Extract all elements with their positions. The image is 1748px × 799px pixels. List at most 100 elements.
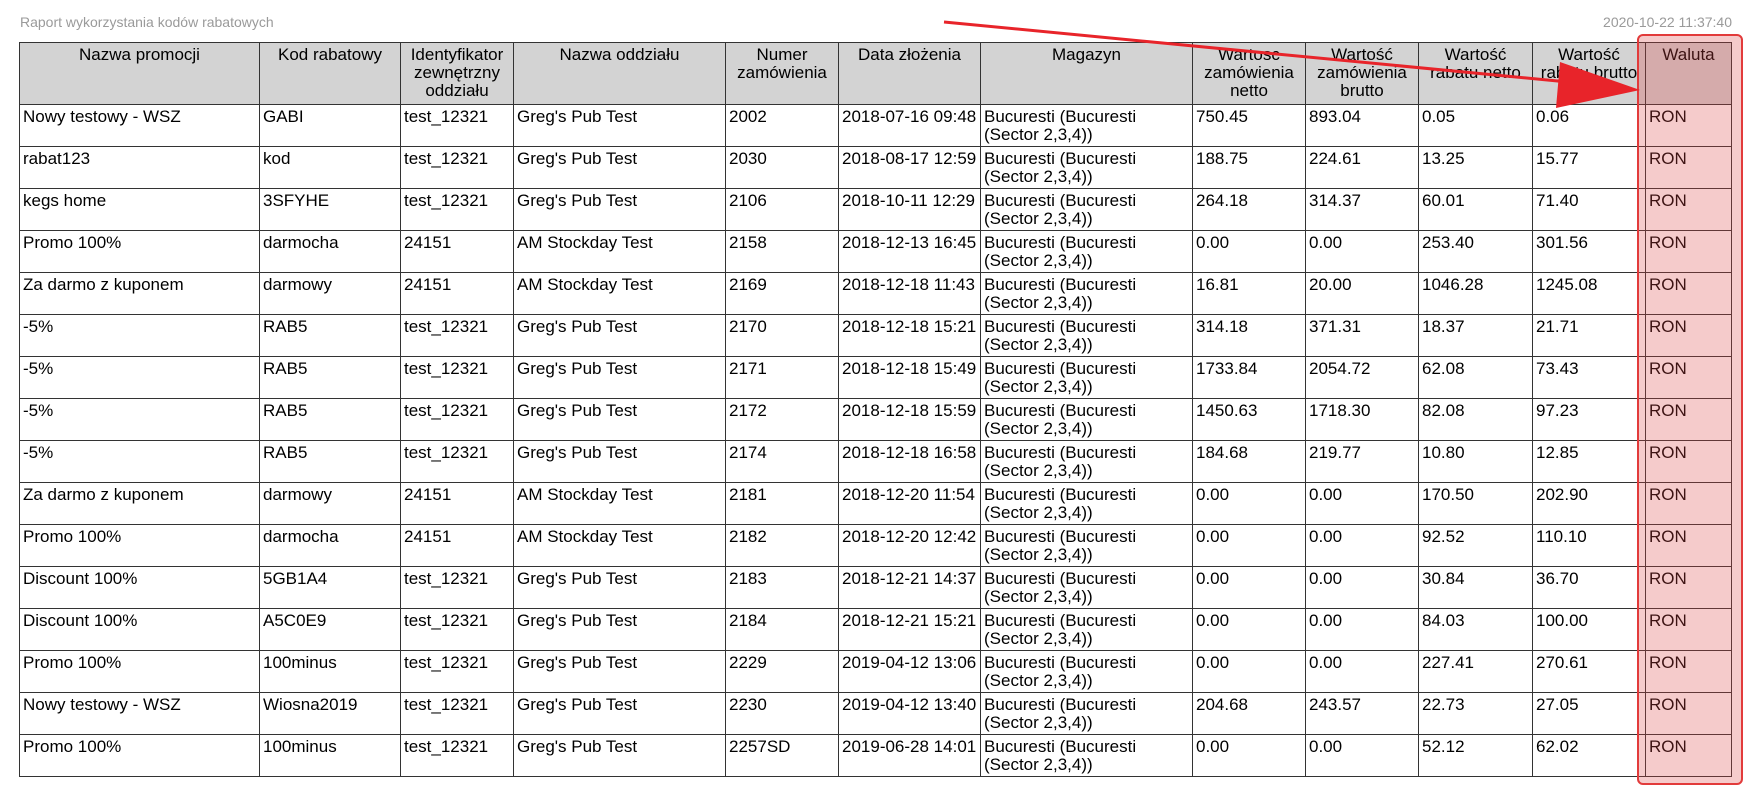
cell-nazwa-promocji: Discount 100%: [19, 608, 260, 651]
cell-wartosc-rabatu-brutto: 1245.08: [1532, 272, 1646, 315]
cell-waluta: RON: [1645, 314, 1732, 357]
cell-magazyn: Bucuresti (Bucuresti (Sector 2,3,4)): [980, 482, 1193, 525]
cell-kod-rabatowy: darmocha: [259, 524, 401, 567]
cell-identyfikator: test_12321: [400, 734, 514, 777]
col-header-nazwa-promocji: Nazwa promocji: [19, 42, 260, 105]
cell-data-zlozenia: 2018-12-21 15:21: [838, 608, 981, 651]
cell-wartosc-rabatu-brutto: 15.77: [1532, 146, 1646, 189]
cell-waluta: RON: [1645, 188, 1732, 231]
table-row: Za darmo z kuponem darmowy 24151 AM Stockda…: [19, 482, 1732, 525]
cell-data-zlozenia: 2019-04-12 13:06: [838, 650, 981, 693]
cell-wartosc-zamowienia-netto: 1733.84: [1192, 356, 1306, 399]
cell-numer-zamowienia: 2170: [725, 314, 839, 357]
table-row: Discount 100% A5C0E9 test_12321 Greg's Pub …: [19, 608, 1732, 651]
cell-wartosc-rabatu-brutto: 62.02: [1532, 734, 1646, 777]
cell-magazyn: Bucuresti (Bucuresti (Sector 2,3,4)): [980, 524, 1193, 567]
cell-magazyn: Bucuresti (Bucuresti (Sector 2,3,4)): [980, 356, 1193, 399]
table-header-row: Nazwa promocji Kod rabatowy Identyfikato…: [19, 42, 1732, 105]
cell-kod-rabatowy: RAB5: [259, 314, 401, 357]
cell-nazwa-oddzialu: Greg's Pub Test: [513, 692, 726, 735]
cell-nazwa-promocji: Za darmo z kuponem: [19, 482, 260, 525]
cell-identyfikator: test_12321: [400, 608, 514, 651]
col-header-waluta: Waluta: [1645, 42, 1732, 105]
cell-kod-rabatowy: RAB5: [259, 440, 401, 483]
cell-nazwa-oddzialu: Greg's Pub Test: [513, 608, 726, 651]
cell-waluta: RON: [1645, 356, 1732, 399]
cell-magazyn: Bucuresti (Bucuresti (Sector 2,3,4)): [980, 146, 1193, 189]
cell-numer-zamowienia: 2158: [725, 230, 839, 273]
cell-numer-zamowienia: 2172: [725, 398, 839, 441]
cell-nazwa-promocji: Promo 100%: [19, 230, 260, 273]
cell-wartosc-zamowienia-brutto: 2054.72: [1305, 356, 1419, 399]
col-header-wartosc-zamowienia-brutto: Wartość zamówienia brutto: [1305, 42, 1419, 105]
cell-wartosc-zamowienia-brutto: 0.00: [1305, 734, 1419, 777]
cell-numer-zamowienia: 2183: [725, 566, 839, 609]
cell-nazwa-oddzialu: Greg's Pub Test: [513, 566, 726, 609]
cell-wartosc-rabatu-netto: 253.40: [1418, 230, 1533, 273]
cell-nazwa-oddzialu: Greg's Pub Test: [513, 734, 726, 777]
cell-magazyn: Bucuresti (Bucuresti (Sector 2,3,4)): [980, 566, 1193, 609]
cell-wartosc-zamowienia-netto: 1450.63: [1192, 398, 1306, 441]
cell-magazyn: Bucuresti (Bucuresti (Sector 2,3,4)): [980, 734, 1193, 777]
cell-waluta: RON: [1645, 650, 1732, 693]
cell-data-zlozenia: 2018-12-20 11:54: [838, 482, 981, 525]
cell-wartosc-rabatu-brutto: 21.71: [1532, 314, 1646, 357]
cell-waluta: RON: [1645, 734, 1732, 777]
cell-nazwa-oddzialu: Greg's Pub Test: [513, 440, 726, 483]
cell-numer-zamowienia: 2030: [725, 146, 839, 189]
cell-nazwa-promocji: -5%: [19, 440, 260, 483]
cell-waluta: RON: [1645, 230, 1732, 273]
cell-wartosc-rabatu-netto: 82.08: [1418, 398, 1533, 441]
col-header-kod-rabatowy: Kod rabatowy: [259, 42, 401, 105]
cell-wartosc-rabatu-brutto: 0.06: [1532, 104, 1646, 147]
cell-wartosc-zamowienia-brutto: 1718.30: [1305, 398, 1419, 441]
report-timestamp: 2020-10-22 11:37:40: [1603, 14, 1732, 30]
cell-wartosc-rabatu-netto: 18.37: [1418, 314, 1533, 357]
col-header-wartosc-zamowienia-netto: Wartosc zamówienia netto: [1192, 42, 1306, 105]
table-row: Za darmo z kuponem darmowy 24151 AM Stockda…: [19, 272, 1732, 315]
table-row: Promo 100% darmocha 24151 AM Stockday Test 2…: [19, 524, 1732, 567]
cell-data-zlozenia: 2018-10-11 12:29: [838, 188, 981, 231]
cell-wartosc-zamowienia-netto: 0.00: [1192, 566, 1306, 609]
cell-wartosc-rabatu-brutto: 71.40: [1532, 188, 1646, 231]
cell-numer-zamowienia: 2174: [725, 440, 839, 483]
cell-wartosc-zamowienia-netto: 0.00: [1192, 650, 1306, 693]
cell-nazwa-oddzialu: AM Stockday Test: [513, 272, 726, 315]
cell-wartosc-zamowienia-brutto: 0.00: [1305, 566, 1419, 609]
col-header-nazwa-oddzialu: Nazwa oddziału: [513, 42, 726, 105]
cell-wartosc-rabatu-netto: 22.73: [1418, 692, 1533, 735]
cell-identyfikator: 24151: [400, 230, 514, 273]
cell-numer-zamowienia: 2230: [725, 692, 839, 735]
cell-identyfikator: 24151: [400, 272, 514, 315]
cell-nazwa-promocji: kegs home: [19, 188, 260, 231]
cell-wartosc-rabatu-netto: 227.41: [1418, 650, 1533, 693]
cell-identyfikator: 24151: [400, 482, 514, 525]
table-row: Promo 100% 100minus test_12321 Greg's Pub T…: [19, 734, 1732, 777]
cell-identyfikator: 24151: [400, 524, 514, 567]
table-row: Discount 100% 5GB1A4 test_12321 Greg's Pub …: [19, 566, 1732, 609]
cell-waluta: RON: [1645, 482, 1732, 525]
cell-wartosc-rabatu-netto: 13.25: [1418, 146, 1533, 189]
cell-wartosc-zamowienia-brutto: 243.57: [1305, 692, 1419, 735]
cell-nazwa-promocji: Discount 100%: [19, 566, 260, 609]
table-row: -5% RAB5 test_12321 Greg's Pub Test 2174 2018…: [19, 440, 1732, 483]
table-body: Nowy testowy - WSZ GABI test_12321 Greg's P…: [19, 104, 1732, 777]
cell-data-zlozenia: 2018-08-17 12:59: [838, 146, 981, 189]
cell-magazyn: Bucuresti (Bucuresti (Sector 2,3,4)): [980, 314, 1193, 357]
col-header-identyfikator: Identyfikator zewnętrzny oddziału: [400, 42, 514, 105]
cell-wartosc-rabatu-brutto: 27.05: [1532, 692, 1646, 735]
cell-magazyn: Bucuresti (Bucuresti (Sector 2,3,4)): [980, 440, 1193, 483]
cell-nazwa-oddzialu: AM Stockday Test: [513, 482, 726, 525]
table-row: -5% RAB5 test_12321 Greg's Pub Test 2172 2018…: [19, 398, 1732, 441]
cell-magazyn: Bucuresti (Bucuresti (Sector 2,3,4)): [980, 608, 1193, 651]
cell-wartosc-rabatu-brutto: 202.90: [1532, 482, 1646, 525]
cell-nazwa-oddzialu: Greg's Pub Test: [513, 314, 726, 357]
discount-report-table: Nazwa promocji Kod rabatowy Identyfikato…: [19, 42, 1732, 777]
report-title: Raport wykorzystania kodów rabatowych: [20, 14, 274, 30]
cell-data-zlozenia: 2018-12-13 16:45: [838, 230, 981, 273]
cell-magazyn: Bucuresti (Bucuresti (Sector 2,3,4)): [980, 188, 1193, 231]
cell-identyfikator: test_12321: [400, 188, 514, 231]
cell-kod-rabatowy: A5C0E9: [259, 608, 401, 651]
cell-wartosc-zamowienia-netto: 750.45: [1192, 104, 1306, 147]
cell-identyfikator: test_12321: [400, 440, 514, 483]
